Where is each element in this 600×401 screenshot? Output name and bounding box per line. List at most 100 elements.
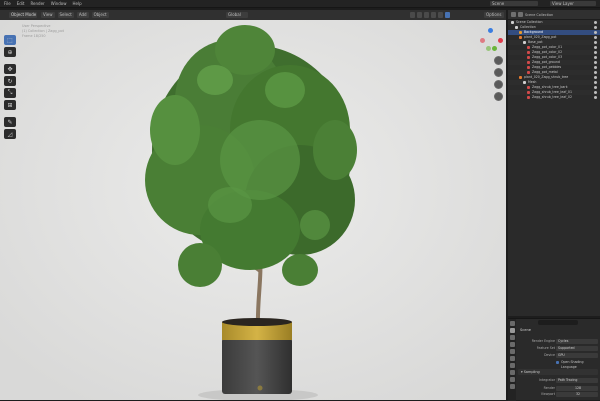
view-layer-selector[interactable]: View Layer xyxy=(550,1,596,6)
properties-search-input[interactable] xyxy=(538,320,578,325)
menu-window[interactable]: Window xyxy=(51,1,67,6)
visibility-eye-icon[interactable] xyxy=(594,61,597,64)
outliner-item-label: Zagg_pot_color_01 xyxy=(532,45,563,49)
visibility-eye-icon[interactable] xyxy=(594,81,597,84)
outliner-item-icon xyxy=(527,60,530,64)
outliner-item-icon xyxy=(511,20,514,24)
wireframe-shading-icon[interactable] xyxy=(424,12,429,18)
viewport-menu-select[interactable]: Select xyxy=(57,12,74,18)
tool-tab-icon[interactable] xyxy=(509,321,515,326)
outliner-item-icon xyxy=(515,25,518,29)
outliner-item-label: Background xyxy=(524,30,544,34)
visibility-eye-icon[interactable] xyxy=(594,71,597,74)
outliner-item-label: Zagg_pot_color_02 xyxy=(532,50,563,54)
plant-pot xyxy=(222,318,292,394)
options-dropdown[interactable]: Options xyxy=(484,12,504,18)
outliner-item-label: Collection xyxy=(520,25,536,29)
measure-tool[interactable]: ◿ xyxy=(4,129,16,139)
integrator-dropdown[interactable]: Path Tracing xyxy=(556,378,598,383)
outliner-row[interactable]: Zagg_shrub_tree_leaf_02 xyxy=(508,95,600,100)
output-tab-icon[interactable] xyxy=(509,335,515,340)
annotate-tool[interactable]: ✎ xyxy=(4,117,16,127)
outliner-item-icon xyxy=(527,85,530,89)
outliner-editor-icon[interactable] xyxy=(511,12,516,17)
feature-set-dropdown[interactable]: Supported xyxy=(556,346,598,351)
visibility-eye-icon[interactable] xyxy=(594,56,597,59)
properties-tabs xyxy=(508,319,516,401)
y-axis-icon[interactable] xyxy=(492,46,497,51)
visibility-eye-icon[interactable] xyxy=(594,21,597,24)
visibility-eye-icon[interactable] xyxy=(594,26,597,29)
visibility-eye-icon[interactable] xyxy=(594,51,597,54)
tool-shelf: ⬚ ⊕ ✥ ↻ ⤡ ⊞ ✎ ◿ xyxy=(4,35,16,139)
scene-selector[interactable]: Scene xyxy=(490,1,538,6)
perspective-toggle-icon[interactable] xyxy=(494,92,503,101)
x-axis-icon[interactable] xyxy=(498,38,503,43)
render-tab-icon[interactable] xyxy=(509,328,515,333)
render-engine-dropdown[interactable]: Cycles xyxy=(556,339,598,344)
view-layer-tab-icon[interactable] xyxy=(509,342,515,347)
transform-tool[interactable]: ⊞ xyxy=(4,100,16,110)
visibility-eye-icon[interactable] xyxy=(594,31,597,34)
outliner-item-icon xyxy=(527,50,530,54)
move-tool[interactable]: ✥ xyxy=(4,64,16,74)
outliner-item-icon xyxy=(519,35,522,39)
object-tab-icon[interactable] xyxy=(509,363,515,368)
osl-row: Open Shading Language xyxy=(518,360,598,369)
transform-orientation-dropdown[interactable]: Global xyxy=(226,12,248,18)
outliner-item-label: Zagg_shrub_tree_bark xyxy=(532,85,568,89)
display-mode-icon[interactable] xyxy=(518,12,523,17)
scale-tool[interactable]: ⤡ xyxy=(4,88,16,98)
device-dropdown[interactable]: GPU xyxy=(556,353,598,358)
outliner-item-label: Zagg_shrub_tree_leaf_02 xyxy=(532,95,572,99)
material-shading-icon[interactable] xyxy=(438,12,443,18)
outliner-item-label: Mesh xyxy=(528,80,537,84)
outliner-item-icon xyxy=(527,45,530,49)
neg-y-axis-icon[interactable] xyxy=(486,46,491,51)
visibility-eye-icon[interactable] xyxy=(594,41,597,44)
xray-icon[interactable] xyxy=(417,12,422,18)
visibility-eye-icon[interactable] xyxy=(594,86,597,89)
scene-tab-icon[interactable] xyxy=(509,349,515,354)
neg-x-axis-icon[interactable] xyxy=(480,38,485,43)
viewport-samples-row: Viewport 32 xyxy=(518,392,598,397)
integrator-row: Integrator Path Tracing xyxy=(518,378,598,383)
overlay-icon[interactable] xyxy=(410,12,415,18)
menu-edit[interactable]: Edit xyxy=(17,1,25,6)
viewport-menu-view[interactable]: View xyxy=(41,12,55,18)
visibility-eye-icon[interactable] xyxy=(594,66,597,69)
viewport-menu-add[interactable]: Add xyxy=(76,12,89,18)
solid-shading-icon[interactable] xyxy=(431,12,436,18)
visibility-eye-icon[interactable] xyxy=(594,36,597,39)
interaction-mode-dropdown[interactable]: Object Mode xyxy=(9,12,37,18)
sampling-section-header[interactable]: ▾ Sampling xyxy=(518,369,598,375)
viewport-samples-field[interactable]: 32 xyxy=(556,392,598,397)
viewport-menu-object[interactable]: Object xyxy=(91,12,109,18)
visibility-eye-icon[interactable] xyxy=(594,46,597,49)
visibility-eye-icon[interactable] xyxy=(594,76,597,79)
world-tab-icon[interactable] xyxy=(509,356,515,361)
modifier-tab-icon[interactable] xyxy=(509,370,515,375)
select-box-tool[interactable]: ⬚ xyxy=(4,35,16,45)
pan-hand-icon[interactable] xyxy=(494,68,503,77)
feature-set-label: Feature Set xyxy=(536,346,555,350)
rotate-tool[interactable]: ↻ xyxy=(4,76,16,86)
osl-checkbox[interactable] xyxy=(556,361,559,364)
zoom-icon[interactable] xyxy=(494,56,503,65)
menu-file[interactable]: File xyxy=(4,1,11,6)
outliner-item-icon xyxy=(523,40,526,44)
menu-render[interactable]: Render xyxy=(30,1,44,6)
visibility-eye-icon[interactable] xyxy=(594,96,597,99)
render-samples-field[interactable]: 128 xyxy=(556,386,598,391)
physics-tab-icon[interactable] xyxy=(509,384,515,389)
outliner-item-label: Scene Collection xyxy=(516,20,543,24)
3d-viewport[interactable]: Object Mode View Select Add Object Globa… xyxy=(0,10,506,400)
rendered-shading-icon[interactable] xyxy=(445,12,450,18)
z-axis-icon[interactable] xyxy=(488,28,493,33)
menu-help[interactable]: Help xyxy=(72,1,81,6)
particles-tab-icon[interactable] xyxy=(509,377,515,382)
camera-view-icon[interactable] xyxy=(494,80,503,89)
visibility-eye-icon[interactable] xyxy=(594,91,597,94)
cursor-tool[interactable]: ⊕ xyxy=(4,47,16,57)
outliner-item-label: Zagg_shrub_tree_leaf_01 xyxy=(532,90,572,94)
